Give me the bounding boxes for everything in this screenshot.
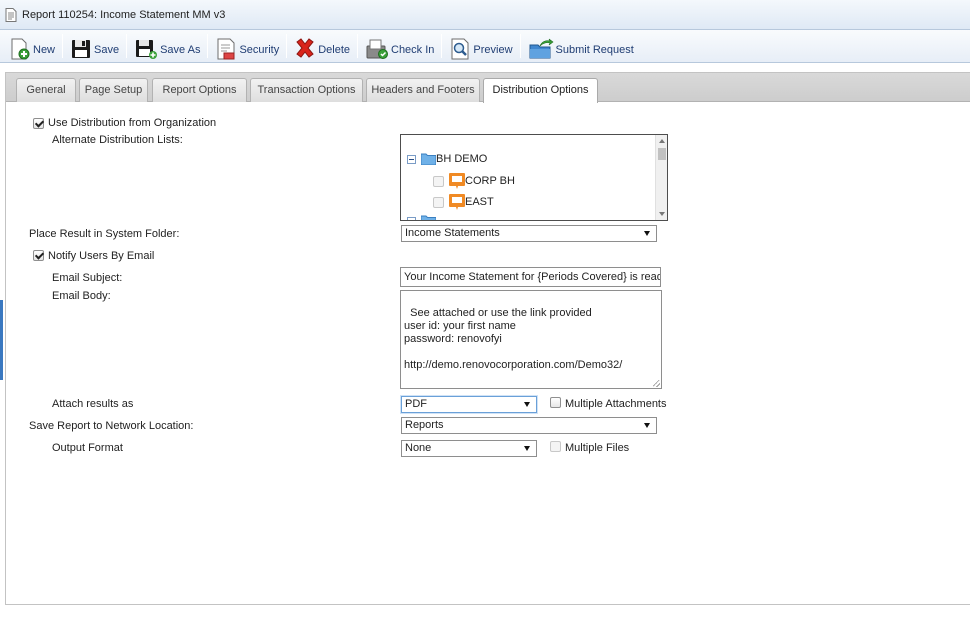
report-document-icon: [5, 7, 17, 22]
chevron-down-icon: [644, 231, 650, 236]
toolbar-separator: [286, 34, 288, 58]
notify-email-checkbox[interactable]: [33, 250, 44, 261]
chevron-down-icon: [524, 446, 530, 451]
tab-headers-and-footers[interactable]: Headers and Footers: [366, 78, 480, 102]
window-title: Report 110254: Income Statement MM v3: [22, 8, 226, 21]
output-format-select[interactable]: None: [401, 440, 537, 457]
save-button[interactable]: Save: [67, 31, 122, 61]
security-button[interactable]: Security: [212, 31, 282, 61]
scroll-thumb[interactable]: [658, 148, 666, 160]
tree-node-label: BH DEMO: [436, 153, 488, 165]
toolbar-separator: [357, 34, 358, 58]
tab-transaction-options[interactable]: Transaction Options: [250, 78, 363, 102]
check-in-icon: [366, 39, 388, 59]
scroll-up-icon[interactable]: [659, 139, 665, 143]
tab-bar: General Page Setup Report Options Transa…: [6, 73, 970, 103]
network-location-select[interactable]: Reports: [401, 417, 657, 434]
email-subject-label: Email Subject:: [52, 272, 123, 284]
submit-folder-arrow-icon: [529, 38, 554, 59]
preview-button[interactable]: Preview: [446, 31, 515, 61]
network-location-label: Save Report to Network Location:: [29, 420, 194, 432]
email-body-textarea[interactable]: See attached or use the link provided us…: [400, 290, 662, 389]
email-body-label: Email Body:: [52, 290, 111, 302]
attach-format-select[interactable]: PDF: [401, 396, 537, 413]
corp-bh-checkbox[interactable]: [433, 175, 444, 187]
toolbar-separator: [62, 34, 64, 58]
output-format-label: Output Format: [52, 442, 123, 454]
tree-node-corp-bh[interactable]: CORP BH: [433, 173, 515, 189]
multiple-attachments-label: Multiple Attachments: [565, 398, 667, 410]
distribution-list-icon: [449, 173, 465, 189]
use-distribution-label: Use Distribution from Organization: [48, 117, 217, 129]
collapse-minus-icon[interactable]: [407, 154, 416, 164]
resize-grip-icon[interactable]: [653, 380, 660, 387]
tree-node-partial: [407, 215, 436, 220]
tree-node-east[interactable]: EAST: [433, 194, 494, 210]
tree-node-bh-demo[interactable]: BH DEMO: [407, 153, 487, 165]
multiple-attachments-checkbox[interactable]: [550, 397, 561, 408]
tab-page-setup[interactable]: Page Setup: [79, 78, 148, 102]
alternate-lists-label: Alternate Distribution Lists:: [52, 134, 183, 146]
multiple-files-checkbox[interactable]: [550, 441, 561, 452]
tab-general[interactable]: General: [16, 78, 76, 102]
email-subject-input[interactable]: Your Income Statement for {Periods Cover…: [400, 267, 661, 287]
system-folder-label: Place Result in System Folder:: [29, 228, 180, 240]
new-document-icon: [11, 38, 30, 60]
multiple-files-label: Multiple Files: [565, 442, 630, 454]
scroll-down-icon[interactable]: [659, 212, 665, 216]
notify-email-label: Notify Users By Email: [48, 250, 155, 262]
folder-icon: [421, 215, 436, 220]
window-titlebar: Report 110254: Income Statement MM v3: [0, 0, 970, 30]
save-as-icon: [136, 40, 158, 59]
east-checkbox[interactable]: [433, 196, 444, 208]
delete-button[interactable]: Delete: [291, 31, 353, 61]
toolbar-separator: [519, 34, 521, 58]
attach-results-label: Attach results as: [52, 398, 134, 410]
security-certificate-icon: [217, 38, 235, 60]
expand-plus-icon: [407, 216, 416, 220]
tree-node-label: CORP BH: [465, 175, 515, 187]
toolbar-separator: [126, 34, 128, 58]
distribution-lists-tree[interactable]: BH DEMO CORP BH EAST: [400, 134, 668, 221]
chevron-down-icon: [644, 423, 650, 428]
folder-icon: [421, 153, 436, 165]
preview-magnifier-icon: [451, 38, 469, 60]
submit-request-button[interactable]: Submit Request: [525, 31, 637, 61]
floppy-disk-icon: [72, 40, 91, 58]
distribution-list-icon: [449, 194, 465, 210]
toolbar-separator: [207, 34, 209, 58]
tree-node-label: EAST: [465, 196, 494, 208]
chevron-down-icon: [524, 402, 530, 407]
left-edge-indicator: [0, 300, 3, 380]
tab-report-options[interactable]: Report Options: [152, 78, 247, 102]
tab-distribution-options[interactable]: Distribution Options: [483, 78, 598, 103]
system-folder-select[interactable]: Income Statements: [401, 225, 657, 242]
use-distribution-checkbox[interactable]: [33, 118, 44, 129]
check-in-button[interactable]: Check In: [362, 31, 437, 61]
save-as-button[interactable]: Save As: [131, 31, 203, 61]
tree-scrollbar[interactable]: [655, 135, 667, 220]
toolbar: New Save Save As Security Delete Check I…: [0, 30, 970, 63]
delete-x-icon: [296, 38, 314, 58]
toolbar-separator: [441, 34, 443, 58]
new-button[interactable]: New: [6, 31, 58, 61]
